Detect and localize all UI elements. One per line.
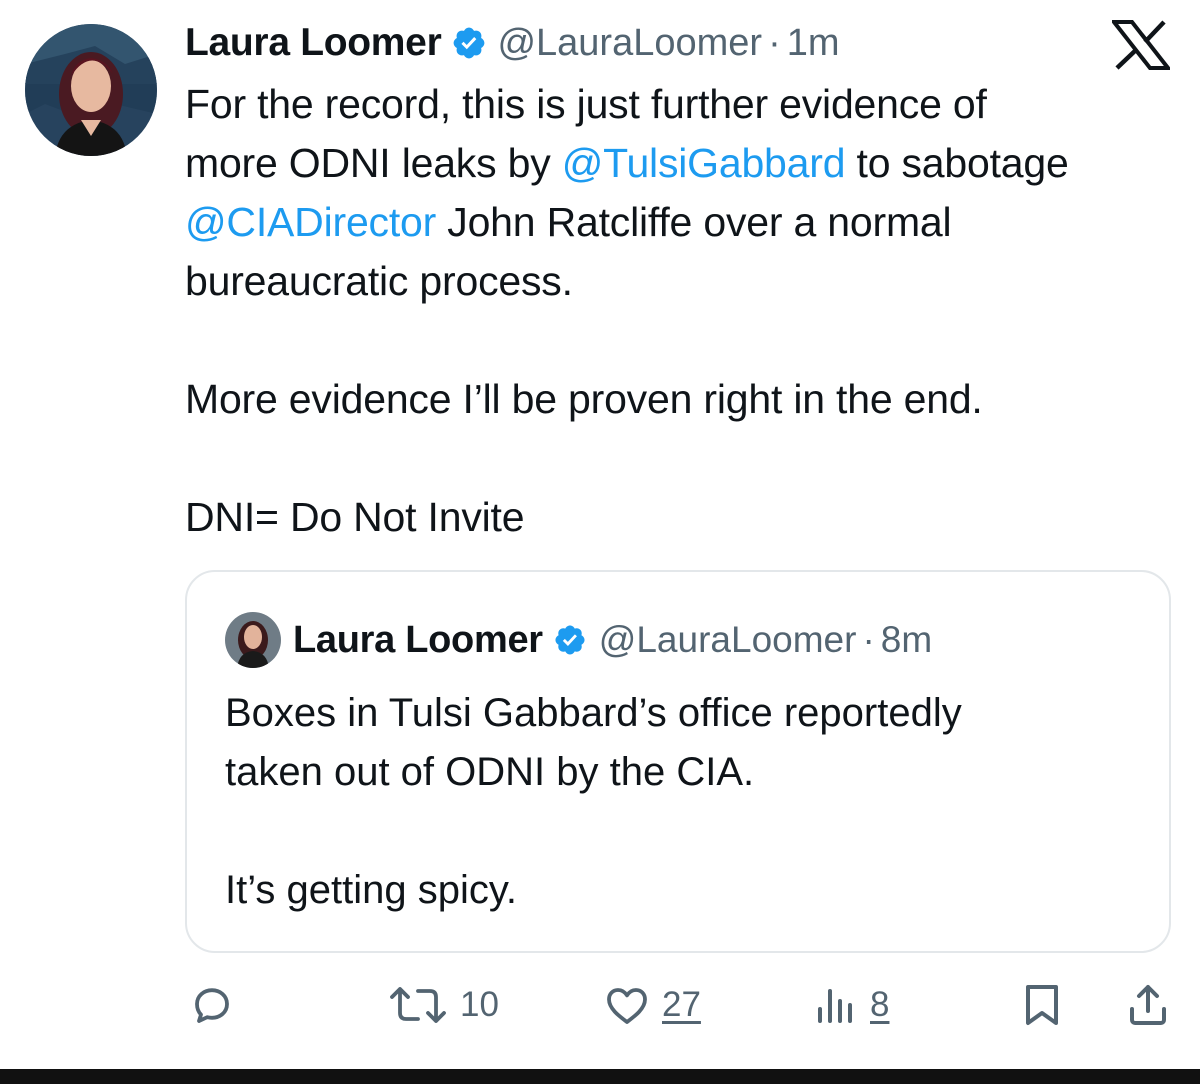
tweet-header: Laura Loomer @LauraLoomer · 1m bbox=[185, 18, 840, 68]
tweet-text-segment: DNI= Do Not Invite bbox=[185, 494, 525, 540]
share-icon bbox=[1130, 985, 1166, 1025]
quoted-text-spacer bbox=[225, 802, 1145, 861]
quoted-author-name[interactable]: Laura Loomer bbox=[293, 619, 543, 662]
tweet-text-segment: John Ratcliffe over a normal bbox=[436, 199, 952, 245]
quoted-text-line: It’s getting spicy. bbox=[225, 868, 517, 912]
like-count: 27 bbox=[662, 985, 701, 1024]
tweet-text-segment: bureaucratic process. bbox=[185, 258, 573, 304]
author-handle[interactable]: @LauraLoomer bbox=[497, 22, 762, 65]
tweet-screenshot: Laura Loomer @LauraLoomer · 1m For the r… bbox=[0, 0, 1200, 1084]
share-button[interactable] bbox=[1124, 975, 1172, 1035]
views-count: 8 bbox=[870, 985, 890, 1024]
header-separator: · bbox=[768, 21, 781, 64]
tweet-text-line: DNI= Do Not Invite bbox=[185, 488, 1185, 547]
author-name[interactable]: Laura Loomer bbox=[185, 21, 442, 65]
quoted-author-avatar[interactable] bbox=[225, 612, 281, 668]
author-avatar[interactable] bbox=[25, 24, 157, 156]
tweet-text-line: For the record, this is just further evi… bbox=[185, 75, 1185, 134]
tweet-action-bar: 10 27 8 bbox=[0, 975, 1200, 1035]
tweet-text-segment: more ODNI leaks by bbox=[185, 140, 562, 186]
mention-link[interactable]: @TulsiGabbard bbox=[562, 140, 846, 186]
views-icon bbox=[818, 989, 852, 1023]
tweet-text-spacer bbox=[185, 311, 1185, 370]
x-logo-icon bbox=[1112, 20, 1170, 70]
reply-button[interactable] bbox=[188, 975, 236, 1035]
reply-icon bbox=[195, 988, 229, 1023]
quoted-tweet-body: Boxes in Tulsi Gabbard’s office reported… bbox=[225, 684, 1145, 920]
verified-badge-icon bbox=[454, 27, 485, 59]
quoted-header-separator: · bbox=[862, 619, 875, 660]
tweet-text-segment: For the record, this is just further evi… bbox=[185, 81, 987, 127]
quoted-tweet-timestamp[interactable]: 8m bbox=[881, 619, 932, 661]
quoted-tweet-card[interactable]: Laura Loomer @LauraLoomer · 8m Boxes in … bbox=[185, 570, 1171, 953]
bookmark-icon bbox=[1026, 985, 1058, 1025]
tweet-text-line: more ODNI leaks by @TulsiGabbard to sabo… bbox=[185, 134, 1185, 193]
bookmark-button[interactable] bbox=[1020, 975, 1064, 1035]
bottom-edge-bar bbox=[0, 1069, 1200, 1084]
like-button[interactable]: 27 bbox=[602, 975, 701, 1035]
tweet-text-line: bureaucratic process. bbox=[185, 252, 1185, 311]
tweet-text-line: @CIADirector John Ratcliffe over a norma… bbox=[185, 193, 1185, 252]
verified-badge-icon bbox=[555, 625, 585, 655]
tweet-text-segment: More evidence I’ll be proven right in th… bbox=[185, 376, 983, 422]
tweet-text-spacer bbox=[185, 429, 1185, 488]
heart-icon bbox=[607, 988, 647, 1024]
retweet-icon bbox=[390, 987, 446, 1023]
author-avatar-image bbox=[25, 24, 157, 156]
tweet-text-segment: to sabotage bbox=[845, 140, 1069, 186]
retweet-button[interactable]: 10 bbox=[386, 975, 499, 1035]
quoted-text-line: Boxes in Tulsi Gabbard’s office reported… bbox=[225, 691, 962, 735]
tweet-timestamp[interactable]: 1m bbox=[787, 22, 840, 65]
views-button[interactable]: 8 bbox=[812, 975, 889, 1035]
quoted-text-line: taken out of ODNI by the CIA. bbox=[225, 750, 755, 794]
tweet-body: For the record, this is just further evi… bbox=[185, 75, 1185, 547]
mention-link[interactable]: @CIADirector bbox=[185, 199, 436, 245]
quoted-author-avatar-image bbox=[225, 612, 281, 668]
quoted-tweet-header: Laura Loomer @LauraLoomer · 8m bbox=[293, 612, 932, 668]
tweet-text-line: More evidence I’ll be proven right in th… bbox=[185, 370, 1185, 429]
retweet-count: 10 bbox=[460, 985, 499, 1024]
quoted-author-handle[interactable]: @LauraLoomer bbox=[599, 619, 857, 661]
